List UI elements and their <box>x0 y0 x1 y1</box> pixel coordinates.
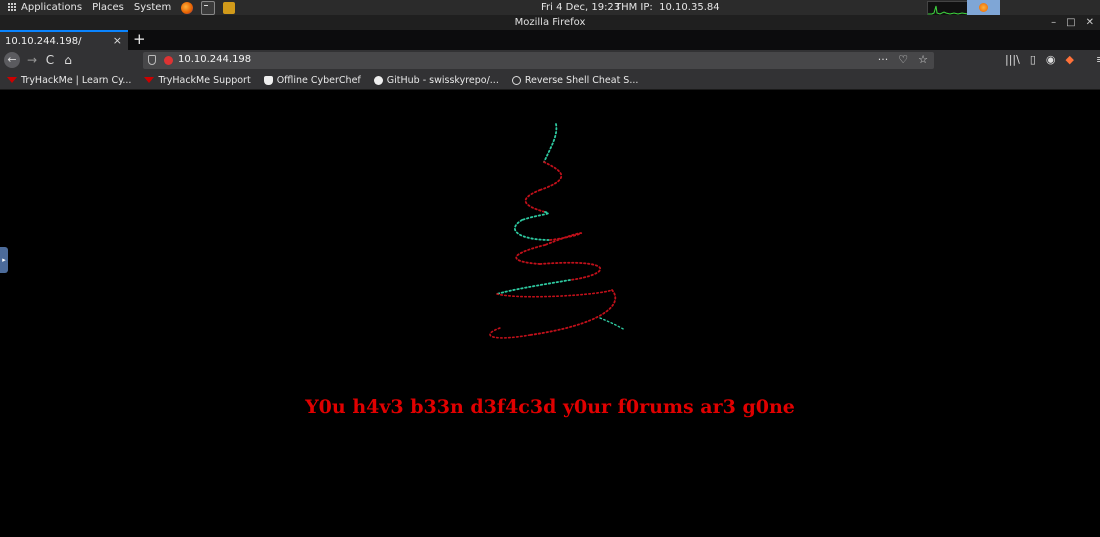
spiral-christmas-tree <box>489 123 626 339</box>
bookmark-tryhackme-learn[interactable]: TryHackMe | Learn Cy... <box>7 75 131 86</box>
maximize-button[interactable]: □ <box>1066 15 1075 30</box>
bookmark-label: Offline CyberChef <box>276 74 361 86</box>
terminal-launcher-icon[interactable] <box>201 0 216 15</box>
sidebar-handle-icon[interactable]: ▸ <box>0 247 8 273</box>
defacement-message: Y0u h4v3 b33n d3f4c3d y0ur f0rums ar3 g0… <box>305 396 795 418</box>
window-titlebar[interactable]: Mozilla Firefox – □ ✕ <box>0 15 1100 30</box>
tryhackme-icon <box>144 77 155 83</box>
back-button[interactable]: ← <box>4 52 20 68</box>
site-identity-icon[interactable] <box>164 56 173 65</box>
tab-close-icon[interactable]: × <box>113 34 122 47</box>
bookmark-label: TryHackMe Support <box>158 74 251 86</box>
thm-ip-value: 10.10.35.84 <box>659 2 720 13</box>
bookmark-github-swisskyrepo[interactable]: GitHub - swisskyrepo/... <box>373 74 499 86</box>
tab-strip: 10.10.244.198/ × + <box>0 30 1100 50</box>
menu-places[interactable]: Places <box>92 2 124 13</box>
menu-applications[interactable]: Applications <box>21 2 82 13</box>
new-tab-button[interactable]: + <box>133 30 146 50</box>
menu-system[interactable]: System <box>134 2 171 13</box>
system-panel: Applications Places System Fri 4 Dec, 19… <box>0 0 1100 17</box>
navigation-toolbar: ← → C ⌂ 10.10.244.198 ··· ♡ ☆ |||\ ▯ ◉ ◆… <box>0 50 1100 71</box>
firefox-icon <box>979 3 988 12</box>
reload-button[interactable]: C <box>43 52 57 68</box>
close-button[interactable]: ✕ <box>1086 15 1094 30</box>
thm-ip-label: THM IP: <box>615 2 653 13</box>
bookmark-star-icon[interactable]: ☆ <box>918 53 928 66</box>
url-bar[interactable]: 10.10.244.198 ··· ♡ ☆ <box>143 52 934 69</box>
firefox-launcher-icon[interactable] <box>181 1 194 14</box>
home-button[interactable]: ⌂ <box>61 52 75 68</box>
minimize-button[interactable]: – <box>1051 15 1056 30</box>
bookmarks-toolbar: TryHackMe | Learn Cy... TryHackMe Suppor… <box>0 71 1100 90</box>
forward-button[interactable]: → <box>25 52 39 68</box>
thm-ip-readout: THM IP: 10.10.35.84 <box>615 2 720 13</box>
bookmark-label: GitHub - swisskyrepo/... <box>386 74 499 86</box>
tracking-protection-shield-icon[interactable] <box>148 55 156 65</box>
url-text[interactable]: 10.10.244.198 <box>178 54 251 65</box>
tryhackme-icon <box>7 77 17 83</box>
page-actions-more-icon[interactable]: ··· <box>878 53 889 66</box>
library-icon[interactable]: |||\ <box>1005 53 1020 66</box>
chef-icon <box>263 75 273 85</box>
tab-active[interactable]: 10.10.244.198/ × <box>0 30 128 50</box>
hamburger-menu-icon[interactable]: ≡ <box>1096 53 1100 66</box>
bookmark-offline-cyberchef[interactable]: Offline CyberChef <box>263 74 361 86</box>
clock[interactable]: Fri 4 Dec, 19:23 <box>541 2 620 13</box>
applications-grid-icon[interactable] <box>8 3 17 12</box>
globe-icon <box>511 75 521 85</box>
pocket-icon[interactable]: ♡ <box>898 53 908 66</box>
bookmark-label: Reverse Shell Cheat S... <box>524 74 639 86</box>
extension-icon[interactable]: ◆ <box>1066 53 1074 66</box>
bookmark-label: TryHackMe | Learn Cy... <box>21 74 132 86</box>
bookmark-tryhackme-support[interactable]: TryHackMe Support <box>144 74 251 86</box>
text-editor-launcher-icon[interactable] <box>223 1 236 14</box>
github-icon <box>373 75 383 85</box>
window-title: Mozilla Firefox <box>514 17 586 28</box>
bookmark-reverse-shell-cheat-sheet[interactable]: Reverse Shell Cheat S... <box>511 74 639 86</box>
sidebar-toggle-icon[interactable]: ▯ <box>1030 53 1036 66</box>
tab-title: 10.10.244.198/ <box>5 35 82 47</box>
taskbar-firefox-window[interactable] <box>967 0 1000 15</box>
account-icon[interactable]: ◉ <box>1046 53 1056 66</box>
page-content: Y0u h4v3 b33n d3f4c3d y0ur f0rums ar3 g0… <box>0 90 1100 537</box>
